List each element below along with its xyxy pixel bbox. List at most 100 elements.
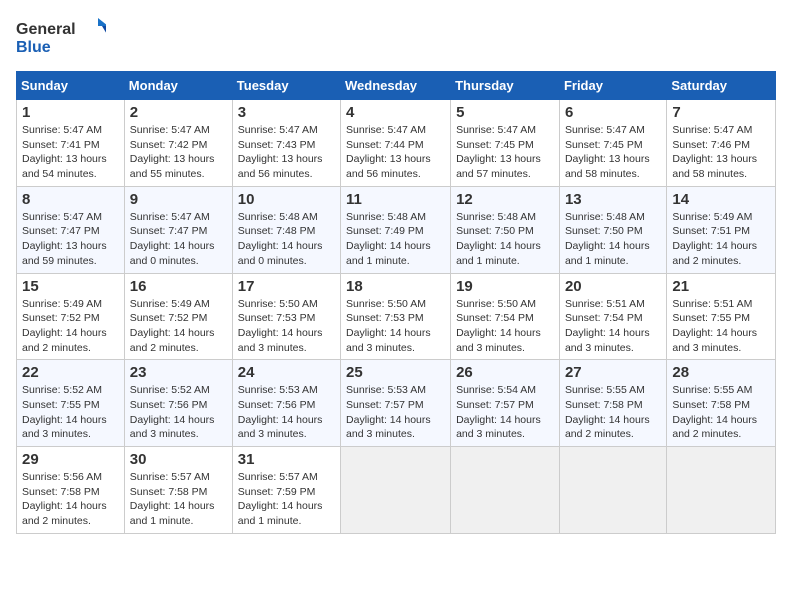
day-header-thursday: Thursday [451,72,560,100]
day-number: 27 [565,364,661,381]
calendar-cell: 21 Sunrise: 5:51 AMSunset: 7:55 PMDayligh… [667,273,776,360]
day-number: 16 [130,278,227,295]
day-number: 14 [672,191,770,208]
calendar-cell: 22Sunrise: 5:52 AMSunset: 7:55 PMDayligh… [17,360,125,447]
day-number: 7 [672,104,770,121]
calendar-cell: 6 Sunrise: 5:47 AMSunset: 7:45 PMDaylight… [559,100,666,187]
day-number: 24 [238,364,335,381]
day-info: Sunrise: 5:48 AMSunset: 7:48 PMDaylight:… [238,210,335,269]
calendar-cell: 26 Sunrise: 5:54 AMSunset: 7:57 PMDayligh… [451,360,560,447]
day-number: 5 [456,104,554,121]
calendar-cell: 1Sunrise: 5:47 AMSunset: 7:41 PMDaylight… [17,100,125,187]
calendar-header-row: SundayMondayTuesdayWednesdayThursdayFrid… [17,72,776,100]
calendar-cell [667,447,776,534]
day-number: 9 [130,191,227,208]
calendar-week-row: 22Sunrise: 5:52 AMSunset: 7:55 PMDayligh… [17,360,776,447]
day-info: Sunrise: 5:47 AMSunset: 7:45 PMDaylight:… [456,123,554,182]
calendar-cell: 18Sunrise: 5:50 AMSunset: 7:53 PMDayligh… [341,273,451,360]
day-info: Sunrise: 5:50 AMSunset: 7:54 PMDaylight:… [456,297,554,356]
calendar-cell: 14 Sunrise: 5:49 AMSunset: 7:51 PMDayligh… [667,186,776,273]
day-info: Sunrise: 5:53 AMSunset: 7:57 PMDaylight:… [346,383,445,442]
calendar-cell: 3 Sunrise: 5:47 AMSunset: 7:43 PMDaylight… [232,100,340,187]
day-header-saturday: Saturday [667,72,776,100]
day-number: 17 [238,278,335,295]
day-info: Sunrise: 5:47 AMSunset: 7:43 PMDaylight:… [238,123,335,182]
calendar-week-row: 1Sunrise: 5:47 AMSunset: 7:41 PMDaylight… [17,100,776,187]
calendar-cell: 19 Sunrise: 5:50 AMSunset: 7:54 PMDayligh… [451,273,560,360]
calendar-cell: 5 Sunrise: 5:47 AMSunset: 7:45 PMDaylight… [451,100,560,187]
day-info: Sunrise: 5:49 AMSunset: 7:51 PMDaylight:… [672,210,770,269]
logo-svg: General Blue [16,16,106,61]
calendar-week-row: 8 Sunrise: 5:47 AMSunset: 7:47 PMDaylight… [17,186,776,273]
day-header-friday: Friday [559,72,666,100]
day-info: Sunrise: 5:47 AMSunset: 7:45 PMDaylight:… [565,123,661,182]
calendar-cell: 9 Sunrise: 5:47 AMSunset: 7:47 PMDaylight… [124,186,232,273]
calendar-cell: 17 Sunrise: 5:50 AMSunset: 7:53 PMDayligh… [232,273,340,360]
day-number: 6 [565,104,661,121]
calendar-cell: 8 Sunrise: 5:47 AMSunset: 7:47 PMDaylight… [17,186,125,273]
calendar-cell: 28Sunrise: 5:55 AMSunset: 7:58 PMDayligh… [667,360,776,447]
day-info: Sunrise: 5:53 AMSunset: 7:56 PMDaylight:… [238,383,335,442]
day-info: Sunrise: 5:50 AMSunset: 7:53 PMDaylight:… [238,297,335,356]
day-info: Sunrise: 5:47 AMSunset: 7:44 PMDaylight:… [346,123,445,182]
day-number: 3 [238,104,335,121]
calendar-cell: 23 Sunrise: 5:52 AMSunset: 7:56 PMDayligh… [124,360,232,447]
day-number: 11 [346,191,445,208]
day-number: 30 [130,451,227,468]
day-info: Sunrise: 5:52 AMSunset: 7:56 PMDaylight:… [130,383,227,442]
calendar-cell: 29Sunrise: 5:56 AMSunset: 7:58 PMDayligh… [17,447,125,534]
day-number: 23 [130,364,227,381]
calendar-week-row: 15 Sunrise: 5:49 AMSunset: 7:52 PMDayligh… [17,273,776,360]
calendar-cell: 27Sunrise: 5:55 AMSunset: 7:58 PMDayligh… [559,360,666,447]
day-number: 8 [22,191,119,208]
day-header-sunday: Sunday [17,72,125,100]
day-number: 29 [22,451,119,468]
day-number: 20 [565,278,661,295]
day-info: Sunrise: 5:57 AMSunset: 7:59 PMDaylight:… [238,470,335,529]
day-info: Sunrise: 5:47 AMSunset: 7:42 PMDaylight:… [130,123,227,182]
day-number: 10 [238,191,335,208]
day-info: Sunrise: 5:48 AMSunset: 7:49 PMDaylight:… [346,210,445,269]
day-number: 15 [22,278,119,295]
day-header-tuesday: Tuesday [232,72,340,100]
day-number: 12 [456,191,554,208]
calendar-cell [559,447,666,534]
calendar-cell: 13 Sunrise: 5:48 AMSunset: 7:50 PMDayligh… [559,186,666,273]
calendar-week-row: 29Sunrise: 5:56 AMSunset: 7:58 PMDayligh… [17,447,776,534]
day-header-wednesday: Wednesday [341,72,451,100]
calendar-cell: 31 Sunrise: 5:57 AMSunset: 7:59 PMDayligh… [232,447,340,534]
day-number: 13 [565,191,661,208]
day-info: Sunrise: 5:51 AMSunset: 7:54 PMDaylight:… [565,297,661,356]
day-info: Sunrise: 5:51 AMSunset: 7:55 PMDaylight:… [672,297,770,356]
calendar-cell: 20 Sunrise: 5:51 AMSunset: 7:54 PMDayligh… [559,273,666,360]
header: General Blue [16,16,776,61]
day-info: Sunrise: 5:47 AMSunset: 7:47 PMDaylight:… [130,210,227,269]
day-info: Sunrise: 5:48 AMSunset: 7:50 PMDaylight:… [565,210,661,269]
calendar-cell: 25 Sunrise: 5:53 AMSunset: 7:57 PMDayligh… [341,360,451,447]
day-info: Sunrise: 5:47 AMSunset: 7:47 PMDaylight:… [22,210,119,269]
svg-text:Blue: Blue [16,39,51,56]
day-info: Sunrise: 5:49 AMSunset: 7:52 PMDaylight:… [22,297,119,356]
calendar-cell [451,447,560,534]
day-number: 25 [346,364,445,381]
calendar-cell: 2 Sunrise: 5:47 AMSunset: 7:42 PMDaylight… [124,100,232,187]
day-info: Sunrise: 5:52 AMSunset: 7:55 PMDaylight:… [22,383,119,442]
calendar-cell: 15 Sunrise: 5:49 AMSunset: 7:52 PMDayligh… [17,273,125,360]
day-info: Sunrise: 5:49 AMSunset: 7:52 PMDaylight:… [130,297,227,356]
calendar-cell: 24 Sunrise: 5:53 AMSunset: 7:56 PMDayligh… [232,360,340,447]
day-info: Sunrise: 5:47 AMSunset: 7:46 PMDaylight:… [672,123,770,182]
day-number: 21 [672,278,770,295]
day-number: 19 [456,278,554,295]
day-number: 26 [456,364,554,381]
day-info: Sunrise: 5:57 AMSunset: 7:58 PMDaylight:… [130,470,227,529]
day-number: 4 [346,104,445,121]
logo: General Blue [16,16,106,61]
calendar-cell: 7 Sunrise: 5:47 AMSunset: 7:46 PMDaylight… [667,100,776,187]
day-header-monday: Monday [124,72,232,100]
calendar-cell: 4 Sunrise: 5:47 AMSunset: 7:44 PMDaylight… [341,100,451,187]
day-number: 2 [130,104,227,121]
day-info: Sunrise: 5:55 AMSunset: 7:58 PMDaylight:… [672,383,770,442]
calendar-cell: 11 Sunrise: 5:48 AMSunset: 7:49 PMDayligh… [341,186,451,273]
day-info: Sunrise: 5:54 AMSunset: 7:57 PMDaylight:… [456,383,554,442]
day-number: 31 [238,451,335,468]
